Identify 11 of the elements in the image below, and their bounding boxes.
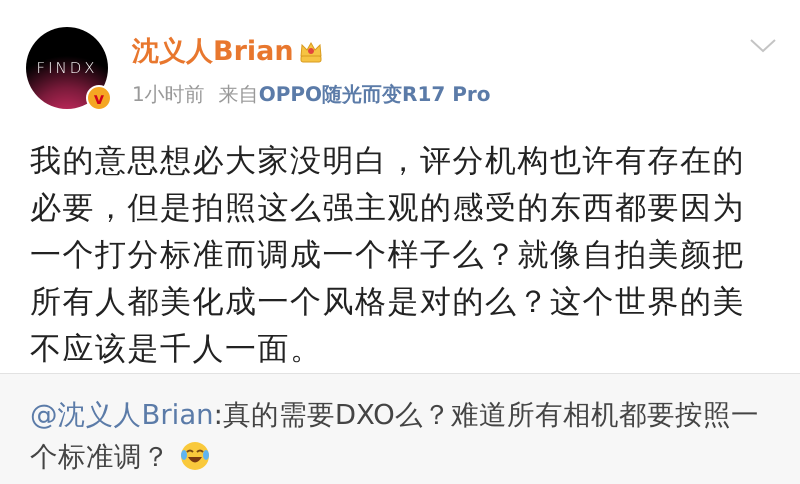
mention-link[interactable]: @沈义人Brian bbox=[30, 398, 214, 431]
author-name[interactable]: 沈义人Brian bbox=[132, 33, 294, 69]
post-text: 我的意思想必大家没明白，评分机构也许有存在的必要，但是拍照这么强主观的感受的东西都要因为一个打分标准而调成一个样子么？就像自拍美颜把所有人都美化成一个风格是对的么？这个世界的美不应该是千人一面。 bbox=[30, 142, 746, 369]
source-label: 来自 bbox=[218, 81, 259, 108]
chevron-down-icon[interactable] bbox=[750, 39, 776, 53]
post-time: 1小时前 bbox=[132, 81, 205, 108]
source-link[interactable]: OPPO随光而变R17 Pro bbox=[258, 81, 491, 108]
repost-text: @沈义人Brian:真的需要DXO么？难道所有相机都要按照一个标准调？ bbox=[30, 398, 760, 475]
laughing-crying-emoji-icon bbox=[178, 440, 211, 472]
verified-badge: v bbox=[86, 85, 112, 111]
avatar-logo: FINDX bbox=[36, 59, 98, 77]
